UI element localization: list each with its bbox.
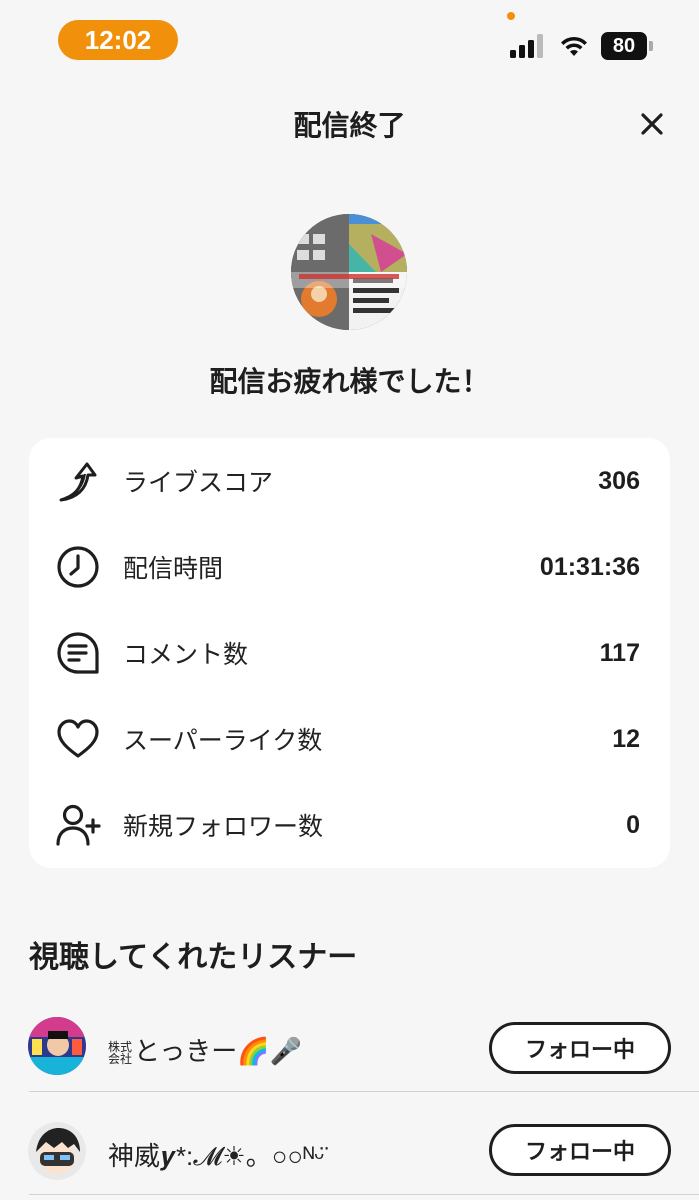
comment-icon: [57, 632, 99, 674]
following-button[interactable]: フォロー中: [489, 1124, 671, 1176]
stat-value: 01:31:36: [539, 552, 640, 581]
page-title: 配信終了: [293, 110, 406, 141]
avatar[interactable]: [28, 1017, 86, 1075]
divider: [29, 1091, 699, 1092]
avatar-image: [28, 1122, 86, 1180]
wifi-icon: [561, 36, 587, 56]
status-bar: 12:02 80: [0, 0, 699, 80]
listeners-section-title: 視聴してくれたリスナー: [29, 941, 358, 974]
stat-value: 117: [599, 638, 640, 667]
stat-row-super-likes: スーパーライク数 12: [29, 696, 670, 782]
live-score-icon: [59, 462, 97, 502]
battery-indicator: 80: [601, 32, 653, 60]
clock-icon: [57, 546, 99, 588]
avatar-image: [28, 1017, 86, 1075]
stream-end-screen: 12:02 80 配信終了 配信お疲れ様でした！ ライブスコア 306 配信時間…: [0, 0, 699, 1200]
status-time: 12:02: [58, 20, 178, 60]
list-item: 神威𝒚*:𝓜☀。○○ᴺᵕ̈ フォロー中: [0, 1100, 699, 1200]
stat-value: 12: [612, 724, 640, 753]
stat-label: ライブスコア: [123, 469, 274, 497]
stat-row-comments: コメント数 117: [29, 610, 670, 696]
stat-label: コメント数: [123, 641, 249, 669]
stat-row-new-followers: 新規フォロワー数 0: [29, 782, 670, 868]
listener-name: 株式 会社とっきー🌈🎤: [108, 1031, 302, 1068]
listener-name: 神威𝒚*:𝓜☀。○○ᴺᵕ̈: [108, 1141, 325, 1171]
cellular-signal-icon: [510, 34, 543, 58]
stat-value: 306: [598, 466, 640, 495]
company-prefix-bottom: 会社: [108, 1052, 133, 1067]
stream-thumbnail-image: [291, 214, 407, 330]
stat-label: 新規フォロワー数: [123, 813, 324, 841]
recording-indicator-dot: [507, 12, 515, 20]
battery-level: 80: [601, 32, 647, 60]
heart-icon: [57, 719, 99, 758]
thanks-message: 配信お疲れ様でした！: [209, 366, 490, 397]
stat-value: 0: [626, 810, 640, 839]
stream-thumbnail: [291, 214, 407, 330]
battery-cap: [649, 41, 653, 51]
company-prefix: 株式 会社: [108, 1041, 132, 1065]
following-button[interactable]: フォロー中: [489, 1022, 671, 1074]
stats-card: ライブスコア 306 配信時間 01:31:36 コメント数 117 スーパーラ…: [29, 438, 670, 868]
close-icon[interactable]: [634, 106, 670, 142]
list-item: 株式 会社とっきー🌈🎤 フォロー中: [0, 998, 699, 1098]
add-user-icon: [56, 804, 101, 846]
avatar[interactable]: [28, 1122, 86, 1180]
stat-label: 配信時間: [123, 555, 224, 583]
listener-name-text: とっきー🌈🎤: [134, 1036, 302, 1066]
divider: [29, 1194, 699, 1195]
stat-label: スーパーライク数: [123, 727, 323, 755]
stat-row-stream-time: 配信時間 01:31:36: [29, 524, 670, 610]
stat-row-live-score: ライブスコア 306: [29, 438, 670, 524]
